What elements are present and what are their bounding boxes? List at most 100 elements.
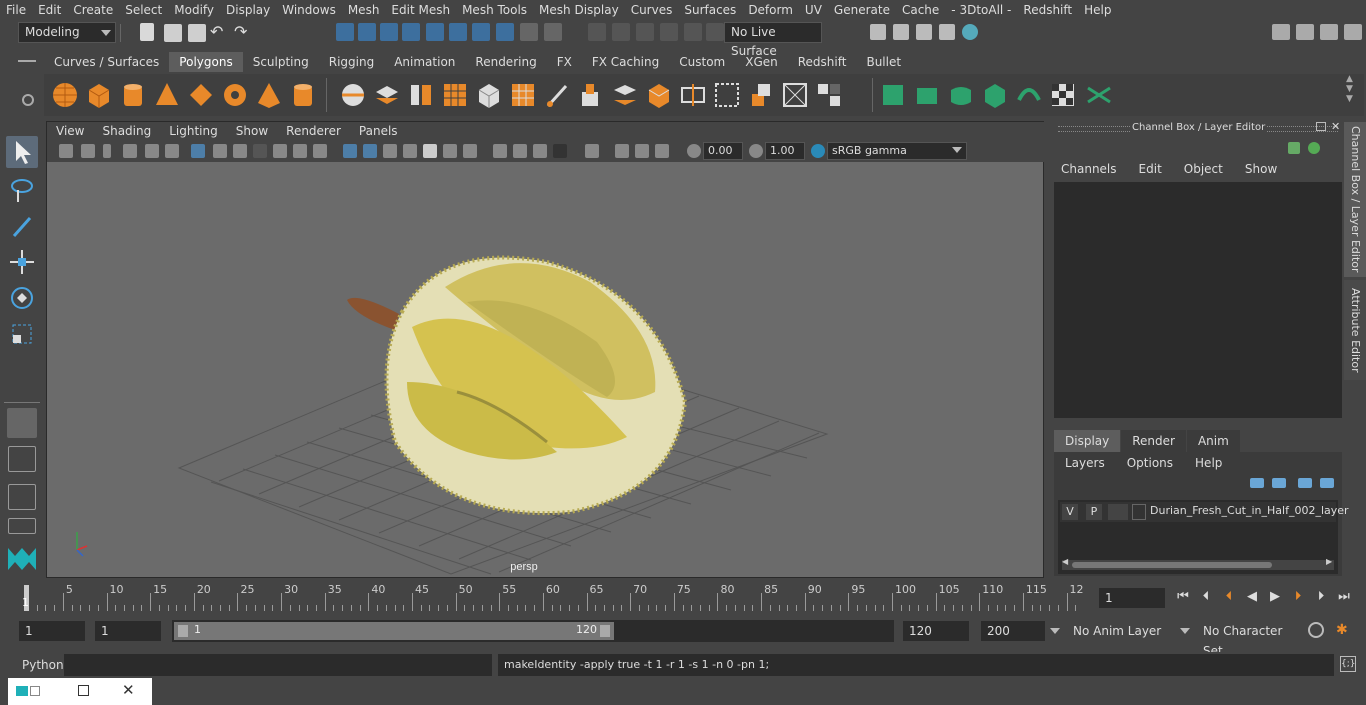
shelf-tab-fx-caching[interactable]: FX Caching [582,52,669,72]
new-layer-selected-icon[interactable] [1320,478,1334,488]
select-by-component-icon[interactable] [380,23,398,41]
menu-redshift[interactable]: Redshift [1017,0,1078,20]
key-status-icon[interactable] [1308,142,1320,154]
bridge-icon[interactable] [610,80,640,110]
image-plane-icon[interactable] [123,144,137,158]
time-ruler[interactable]: 5 10 15 20 25 30 35 40 45 50 55 60 65 70 75 80 85 90 95 100… [20,581,1092,612]
new-scene-icon[interactable] [140,23,154,41]
layer-menu-layers[interactable]: Layers [1054,452,1116,474]
camera-icon[interactable] [59,144,73,158]
menu-windows[interactable]: Windows [276,0,342,20]
channel-menu-channels[interactable]: Channels [1050,158,1128,180]
shelf-tab-sculpting[interactable]: Sculpting [243,52,319,72]
four-view-layout-icon[interactable] [8,446,36,472]
shelf-tab-fx[interactable]: FX [547,52,582,72]
safe-title-icon[interactable] [313,144,327,158]
wireframe-icon[interactable] [343,144,357,158]
multi-cut-icon[interactable] [542,80,572,110]
hypershade-icon[interactable] [962,24,978,40]
range-slider-handle[interactable]: 1 120 [174,622,614,640]
exposure-icon[interactable] [687,144,701,158]
time-slider[interactable]: 5 10 15 20 25 30 35 40 45 50 55 60 65 70 75 80 85 90 95 100… [0,579,1366,616]
gamma-icon[interactable] [749,144,763,158]
camera-attributes-icon[interactable] [81,144,95,158]
film-gate-icon[interactable] [213,144,227,158]
viewport-menu-shading[interactable]: Shading [93,124,160,138]
color-space-dropdown[interactable]: sRGB gamma [827,142,967,160]
separate-icon[interactable] [372,80,402,110]
shelf-menu-icon[interactable] [18,60,36,62]
rotate-tool-icon[interactable] [6,282,38,314]
uv-spherical-icon[interactable] [946,80,976,110]
target-weld-icon[interactable] [780,80,810,110]
scroll-left-icon[interactable]: ◀ [1062,557,1068,566]
menu-generate[interactable]: Generate [828,0,896,20]
exposure-field[interactable]: 0.00 [703,142,743,160]
go-to-end-icon[interactable]: ⏭ [1336,589,1352,605]
field-chart-icon[interactable] [273,144,287,158]
shelf-scroll-arrows[interactable]: ▲ ▼ ▼ [1346,74,1356,116]
range-start-grip[interactable] [178,625,188,637]
select-by-object-icon[interactable] [358,23,376,41]
layer-name[interactable]: Durian_Fresh_Cut_in_Half_002_layer [1150,504,1349,517]
quad-draw-icon[interactable] [814,80,844,110]
mode-dropdown[interactable]: Modeling [18,22,116,43]
menu-curves[interactable]: Curves [625,0,679,20]
extrude-icon[interactable] [576,80,606,110]
tab-attribute-editor[interactable]: Attribute Editor [1344,280,1366,380]
gate-mask-icon[interactable] [253,144,267,158]
uv-unfold-icon[interactable] [1014,80,1044,110]
snap-live-icon[interactable] [496,23,514,41]
lasso-tool-icon[interactable] [6,174,38,206]
tab-channel-box-layer-editor[interactable]: Channel Box / Layer Editor [1344,122,1366,277]
maximize-icon[interactable] [78,685,89,696]
tab-anim[interactable]: Anim [1186,430,1240,452]
restore-icon[interactable] [30,686,40,696]
poly-plane-icon[interactable] [186,80,216,110]
gamma-field[interactable]: 1.00 [765,142,805,160]
channel-box-icon[interactable] [1344,24,1362,40]
shelf-tab-bullet[interactable]: Bullet [856,52,911,72]
play-forwards-icon[interactable]: ▶ [1267,589,1283,605]
outliner-layout-icon[interactable] [8,484,36,510]
menu-cache[interactable]: Cache [896,0,945,20]
select-by-hierarchy-icon[interactable] [336,23,354,41]
new-layer-icon[interactable] [1298,478,1312,488]
poly-pipe-icon[interactable] [288,80,318,110]
script-editor-icon[interactable]: {;} [1340,656,1356,672]
poly-pyramid-icon[interactable] [254,80,284,110]
uv-planar-icon[interactable] [878,80,908,110]
menu-select[interactable]: Select [119,0,168,20]
chevron-down-icon[interactable] [1050,628,1060,634]
tab-display[interactable]: Display [1054,430,1121,452]
menu-surfaces[interactable]: Surfaces [678,0,742,20]
use-all-lights-icon[interactable] [443,144,457,158]
uv-checker-icon[interactable] [1048,80,1078,110]
menu-help[interactable]: Help [1078,0,1117,20]
layer-hscrollbar[interactable]: ◀ ▶ [1062,557,1334,570]
anti-aliasing-icon[interactable] [533,144,547,158]
menu-mesh-tools[interactable]: Mesh Tools [456,0,533,20]
poly-cone-icon[interactable] [152,80,182,110]
mirror-icon[interactable] [508,80,538,110]
viewport-menu-panels[interactable]: Panels [350,124,407,138]
poly-torus-icon[interactable] [220,80,250,110]
render-icon[interactable] [893,24,909,40]
menu-edit-mesh[interactable]: Edit Mesh [385,0,456,20]
range-end-grip[interactable] [600,625,610,637]
textured-icon[interactable] [423,144,437,158]
snap-point-icon[interactable] [449,23,467,41]
merge-icon[interactable] [712,80,742,110]
shelf-tab-animation[interactable]: Animation [384,52,465,72]
poly-cylinder-icon[interactable] [118,80,148,110]
menu-3dtoall[interactable]: - 3DtoAll - [945,0,1017,20]
shelf-tab-curves-surfaces[interactable]: Curves / Surfaces [44,52,169,72]
use-default-material-icon[interactable] [383,144,397,158]
viewport-panel[interactable]: View Shading Lighting Show Renderer Panels 0.… [46,121,1045,578]
menu-file[interactable]: File [0,0,32,20]
channel-menu-edit[interactable]: Edit [1128,158,1173,180]
viewport-menu-show[interactable]: Show [227,124,277,138]
shelf-tab-redshift[interactable]: Redshift [788,52,857,72]
soft-select-icon[interactable] [636,23,654,41]
viewport-menu-view[interactable]: View [47,124,93,138]
